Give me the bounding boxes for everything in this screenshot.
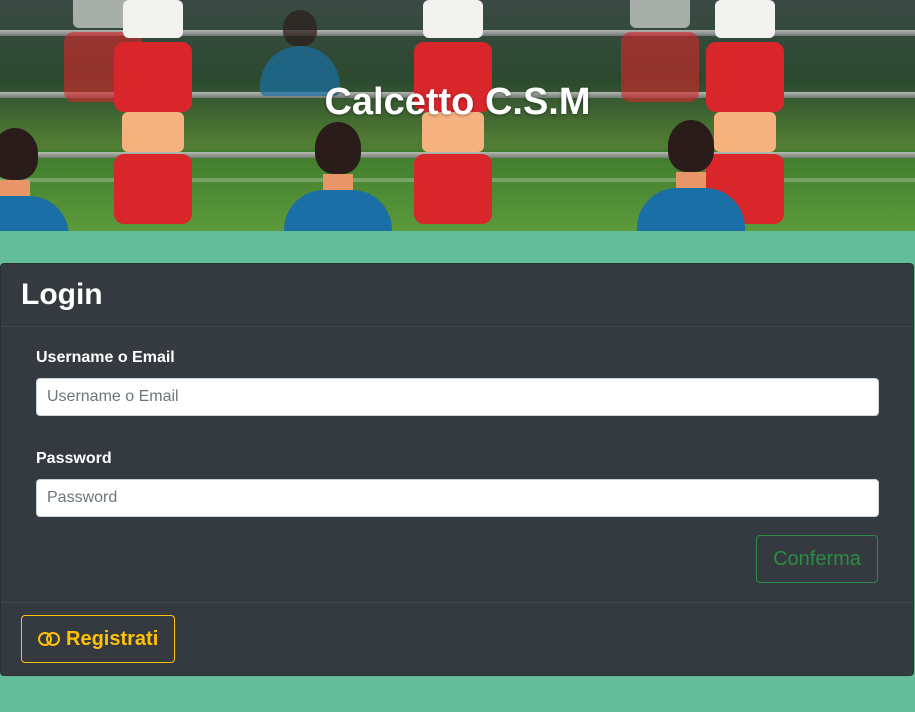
confirm-button[interactable]: Conferma <box>756 535 878 583</box>
login-form: Username o Email Password Conferma <box>1 327 913 604</box>
player-figure <box>636 120 746 231</box>
site-title: Calcetto C.S.M <box>324 81 591 123</box>
login-card-header: Login <box>1 264 913 327</box>
username-input[interactable] <box>36 378 879 416</box>
login-card: Login Username o Email Password Conferma… <box>0 263 914 676</box>
password-input[interactable] <box>36 479 879 517</box>
toggle-icon <box>38 632 60 646</box>
player-figure <box>408 0 498 152</box>
player-figure <box>408 150 498 224</box>
register-label: Registrati <box>66 627 159 650</box>
hero-banner: Calcetto C.S.M <box>0 0 915 231</box>
player-figure <box>108 150 198 224</box>
username-label: Username o Email <box>36 349 175 366</box>
player-figure <box>108 0 198 152</box>
register-button[interactable]: Registrati <box>21 615 176 663</box>
login-title: Login <box>21 278 103 311</box>
password-label: Password <box>36 450 112 467</box>
login-card-footer: Registrati <box>1 602 913 675</box>
player-figure <box>0 128 70 231</box>
player-figure <box>283 122 393 231</box>
